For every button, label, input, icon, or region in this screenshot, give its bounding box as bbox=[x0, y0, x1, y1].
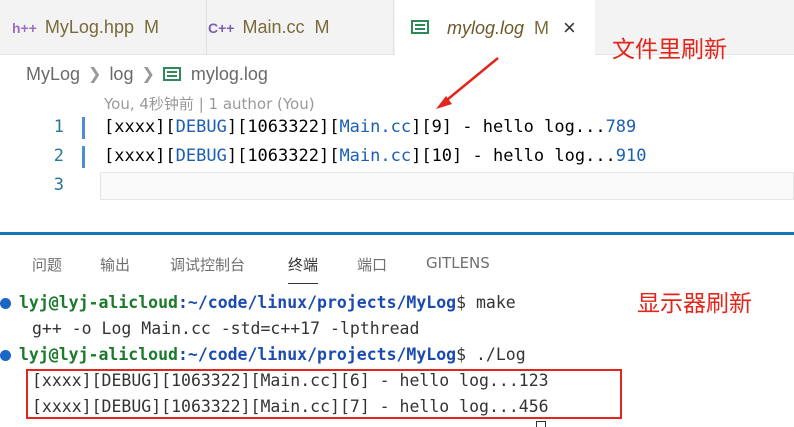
git-modified-marker bbox=[82, 146, 85, 168]
annotation-file-refresh: 文件里刷新 bbox=[612, 37, 727, 63]
cpp-file-icon: C++ bbox=[208, 19, 235, 36]
command-status-icon bbox=[0, 298, 11, 309]
code-text: [xxxx][DEBUG][1063322][Main.cc][10] - he… bbox=[104, 146, 647, 166]
tab-mylog-hpp[interactable]: h++ MyLog.hpp M bbox=[12, 0, 207, 55]
annotation-highlight-box bbox=[26, 369, 622, 419]
terminal-line: g++ -o Log Main.cc -std=c++17 -lpthread bbox=[32, 319, 420, 338]
code-line: 1 [xxxx][DEBUG][1063322][Main.cc][9] - h… bbox=[0, 114, 794, 142]
current-line-highlight bbox=[100, 172, 794, 200]
tab-ports[interactable]: 端口 bbox=[357, 254, 387, 275]
chevron-right-icon: ❯ bbox=[141, 66, 155, 83]
line-number: 1 bbox=[53, 117, 64, 137]
close-icon[interactable]: × bbox=[563, 15, 576, 41]
tab-label: mylog.log bbox=[447, 17, 525, 38]
tab-problems[interactable]: 问题 bbox=[32, 254, 62, 275]
log-file-icon bbox=[162, 67, 181, 81]
terminal-cursor bbox=[536, 420, 546, 427]
panel-tab-bar: 问题 输出 调试控制台 终端 端口 GITLENS bbox=[0, 238, 794, 288]
breadcrumb-item[interactable]: log bbox=[109, 64, 133, 85]
tab-output[interactable]: 输出 bbox=[100, 254, 130, 275]
tab-terminal[interactable]: 终端 bbox=[288, 254, 319, 284]
breadcrumb: MyLog ❯ log ❯ mylog.log bbox=[26, 62, 268, 86]
tab-main-cc[interactable]: C++ Main.cc M bbox=[208, 0, 394, 55]
modified-badge: M bbox=[143, 17, 159, 37]
tab-label: MyLog.hpp bbox=[44, 17, 134, 37]
modified-badge: M bbox=[534, 17, 550, 38]
tab-label: Main.cc bbox=[242, 17, 305, 37]
command-status-icon bbox=[0, 350, 11, 361]
tab-debug-console[interactable]: 调试控制台 bbox=[170, 254, 245, 275]
codelens-blame[interactable]: You, 4秒钟前 | 1 author (You) bbox=[104, 93, 315, 114]
git-modified-marker bbox=[82, 117, 85, 139]
code-text: [xxxx][DEBUG][1063322][Main.cc][9] - hel… bbox=[104, 117, 637, 137]
breadcrumb-item[interactable]: mylog.log bbox=[191, 64, 268, 85]
terminal-line: lyj@lyj-alicloud:~/code/linux/projects/M… bbox=[0, 293, 516, 319]
cpp-header-icon: h++ bbox=[12, 19, 37, 36]
code-line-current: 3 bbox=[0, 172, 794, 200]
line-number: 3 bbox=[53, 175, 64, 195]
line-number: 2 bbox=[53, 146, 64, 166]
tab-mylog-log[interactable]: mylog.log M × bbox=[395, 0, 595, 56]
breadcrumb-item[interactable]: MyLog bbox=[26, 64, 80, 85]
modified-badge: M bbox=[314, 17, 330, 37]
panel-divider[interactable] bbox=[0, 232, 794, 235]
terminal-line: lyj@lyj-alicloud:~/code/linux/projects/M… bbox=[0, 345, 526, 371]
code-line: 2 [xxxx][DEBUG][1063322][Main.cc][10] - … bbox=[0, 143, 794, 171]
code-editor[interactable]: 1 [xxxx][DEBUG][1063322][Main.cc][9] - h… bbox=[0, 114, 794, 204]
chevron-right-icon: ❯ bbox=[88, 66, 102, 83]
tab-gitlens[interactable]: GITLENS bbox=[426, 254, 490, 272]
log-file-icon bbox=[411, 18, 429, 39]
